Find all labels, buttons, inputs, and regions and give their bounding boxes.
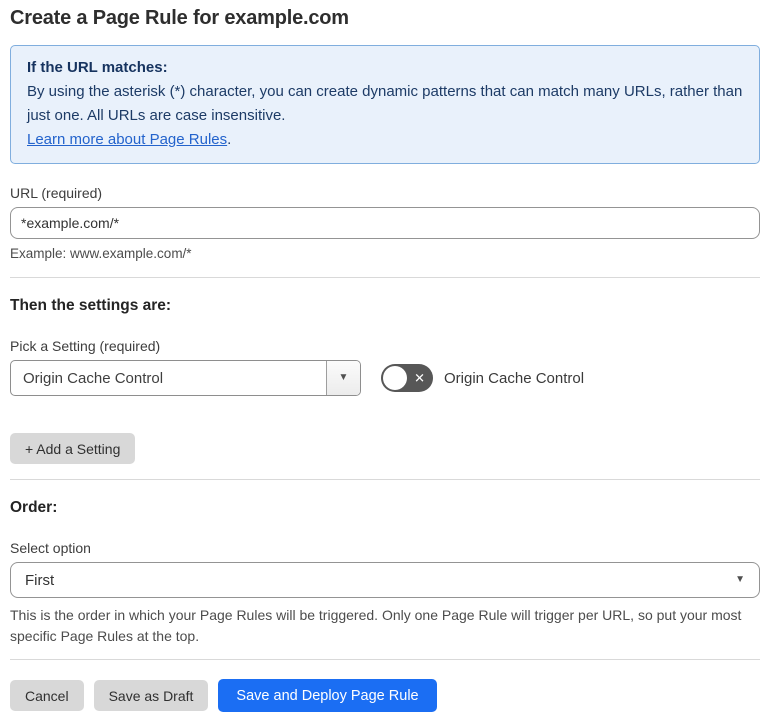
settings-section-heading: Then the settings are: [10, 297, 172, 314]
info-callout-heading: If the URL matches: [27, 59, 168, 76]
x-icon: ✕ [414, 370, 425, 386]
page-title: Create a Page Rule for example.com [10, 7, 349, 29]
divider [10, 479, 760, 480]
url-match-info-callout: If the URL matches: By using the asteris… [10, 45, 760, 164]
create-page-rule-form: Create a Page Rule for example.com If th… [0, 0, 770, 712]
order-select-value: First [25, 571, 55, 589]
chevron-down-icon: ▼ [735, 574, 745, 585]
save-as-draft-button[interactable]: Save as Draft [93, 680, 209, 711]
toggle-label: Origin Cache Control [444, 369, 585, 387]
learn-more-link[interactable]: Learn more about Page Rules [27, 131, 227, 148]
setting-select-arrow-button[interactable]: ▼ [326, 361, 360, 395]
url-input[interactable] [10, 207, 760, 239]
divider [10, 277, 760, 278]
form-actions: Cancel Save as Draft Save and Deploy Pag… [10, 679, 760, 712]
divider [10, 659, 760, 660]
order-section-heading: Order: [10, 499, 58, 516]
origin-cache-control-toggle[interactable]: ✕ [381, 364, 433, 392]
url-field-label: URL (required) [10, 185, 103, 201]
cancel-button[interactable]: Cancel [10, 680, 84, 711]
link-suffix-text: . [227, 131, 232, 148]
select-option-label: Select option [10, 540, 91, 556]
toggle-knob [383, 366, 407, 390]
info-callout-body: By using the asterisk (*) character, you… [27, 83, 743, 124]
info-callout-link-line: Learn more about Page Rules. [27, 128, 743, 152]
order-select[interactable]: First ▼ [10, 562, 760, 598]
url-example-hint: Example: www.example.com/* [10, 246, 192, 261]
setting-select[interactable]: Origin Cache Control ▼ [10, 360, 361, 396]
setting-select-value: Origin Cache Control [23, 369, 164, 387]
chevron-down-icon: ▼ [338, 372, 349, 383]
setting-row: Origin Cache Control ▼ ✕ Origin Cache Co… [10, 360, 760, 396]
pick-setting-label: Pick a Setting (required) [10, 338, 161, 354]
add-setting-button[interactable]: + Add a Setting [10, 433, 136, 464]
order-help-text: This is the order in which your Page Rul… [10, 607, 742, 644]
save-and-deploy-button[interactable]: Save and Deploy Page Rule [218, 679, 437, 712]
